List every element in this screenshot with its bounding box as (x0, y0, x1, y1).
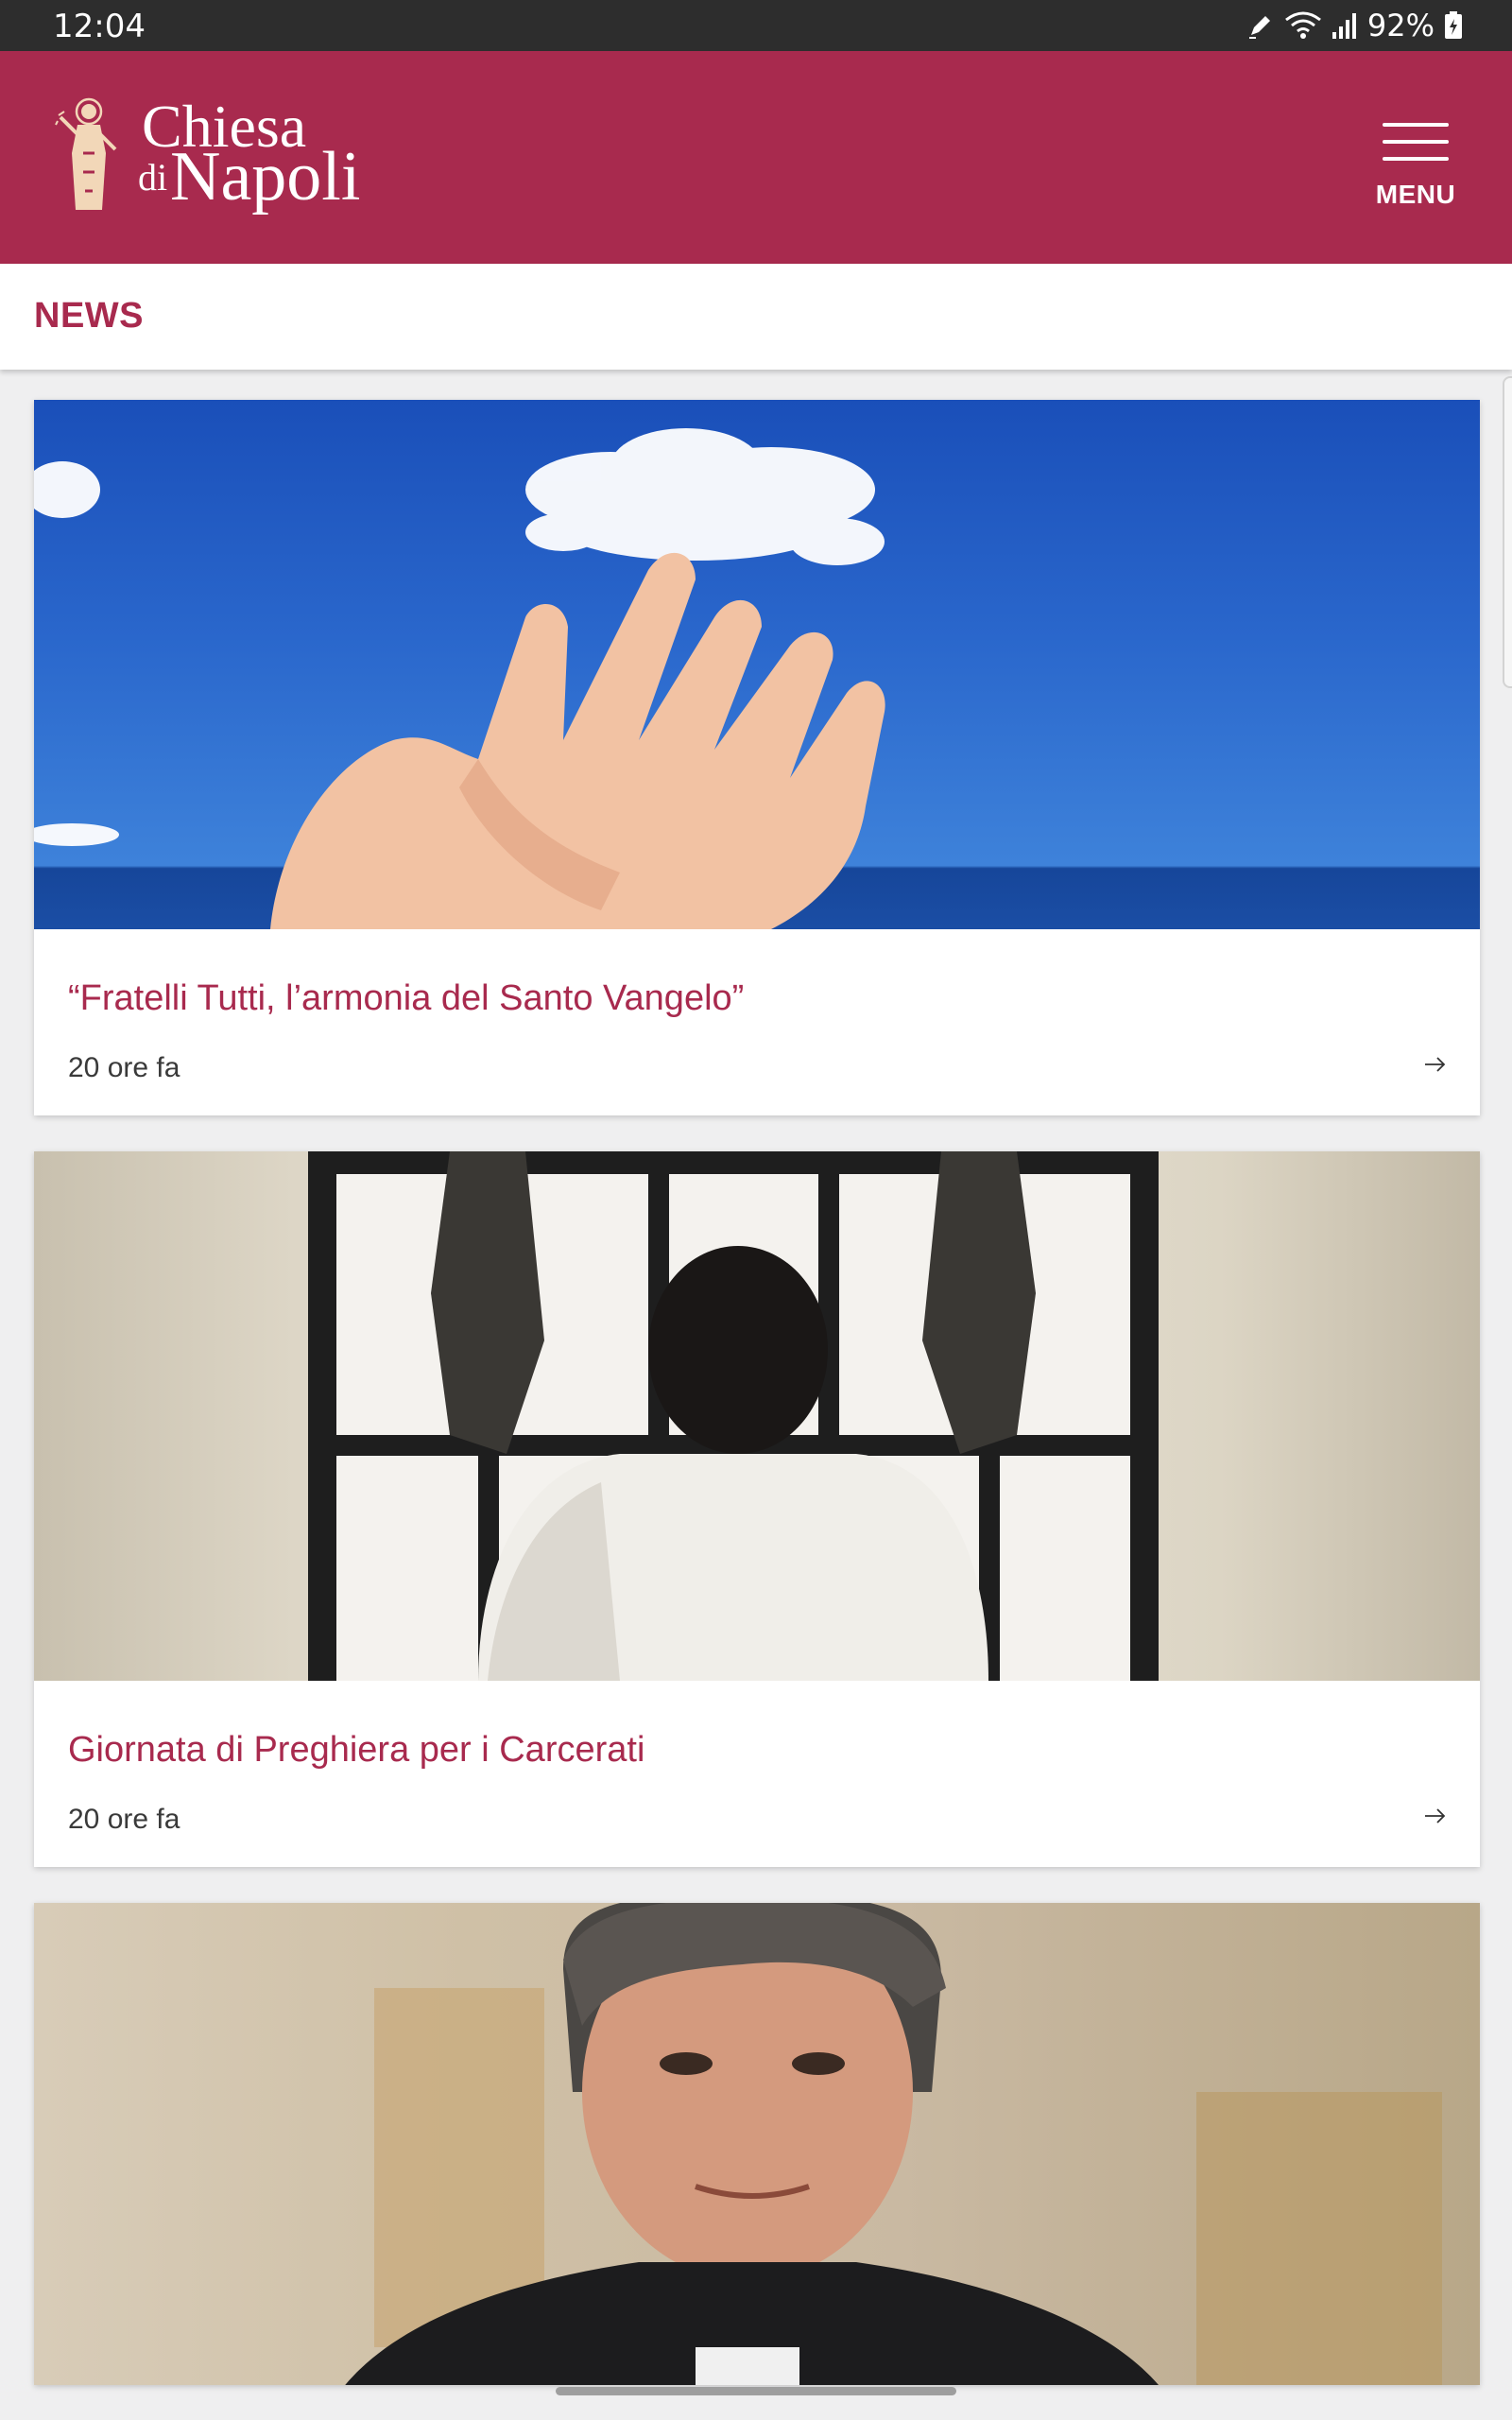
arrow-right-icon[interactable] (1423, 1052, 1448, 1077)
news-headline[interactable]: Giornata di Preghiera per i Carcerati (68, 1730, 644, 1771)
logo-line-napoli: Napoli (170, 138, 361, 216)
app-header: Chiesa di Napoli MENU (0, 51, 1512, 264)
navigation-gesture-bar[interactable] (556, 2387, 956, 2395)
battery-percent: 92% (1366, 8, 1435, 43)
news-image-priest-portrait (34, 1903, 1480, 2385)
hamburger-icon (1383, 123, 1449, 161)
news-card-body: Giornata di Preghiera per i Carcerati 20… (34, 1681, 1480, 1867)
scroll-indicator[interactable] (1503, 376, 1512, 688)
status-time: 12:04 (53, 8, 146, 45)
news-headline[interactable]: “Fratelli Tutti, l’armonia del Santo Van… (68, 978, 744, 1019)
saint-figure-icon (55, 97, 117, 210)
status-icons: 92% (1246, 7, 1463, 44)
logo-wordmark: Chiesa di Napoli (138, 96, 384, 229)
edit-pen-icon (1246, 11, 1275, 40)
news-timestamp: 20 ore fa (68, 1052, 180, 1083)
section-title: NEWS (34, 296, 144, 336)
news-card-body: “Fratelli Tutti, l’armonia del Santo Van… (34, 929, 1480, 1115)
news-card[interactable]: “Fratelli Tutti, l’armonia del Santo Van… (34, 400, 1480, 1115)
news-image-prison-window (34, 1151, 1480, 1681)
news-timestamp: 20 ore fa (68, 1804, 180, 1835)
news-card[interactable] (34, 1903, 1480, 2385)
menu-label: MENU (1375, 180, 1456, 209)
section-header: NEWS (0, 264, 1512, 370)
battery-icon (1444, 11, 1463, 40)
status-bar: 12:04 92% (0, 0, 1512, 51)
news-card[interactable]: Giornata di Preghiera per i Carcerati 20… (34, 1151, 1480, 1867)
menu-button[interactable]: MENU (1361, 119, 1470, 223)
chiesa-di-napoli-logo[interactable]: Chiesa di Napoli (55, 96, 384, 229)
signal-icon (1332, 11, 1358, 40)
news-image-hand-sky (34, 400, 1480, 929)
logo-di: di (138, 156, 168, 199)
wifi-icon (1284, 10, 1322, 41)
arrow-right-icon[interactable] (1423, 1804, 1448, 1828)
